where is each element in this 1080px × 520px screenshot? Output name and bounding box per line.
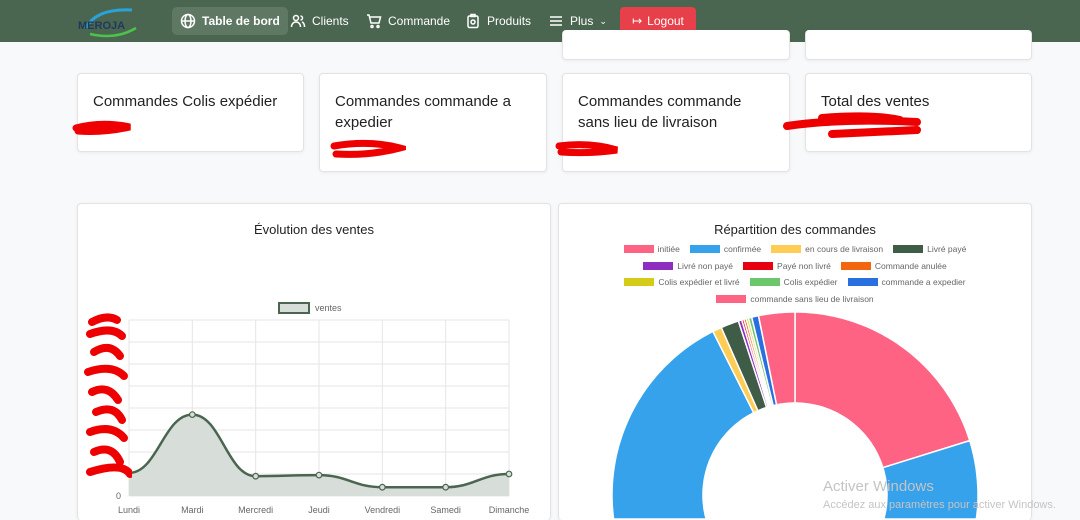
redaction-scribble <box>783 112 921 138</box>
legend-label: Livré non payé <box>677 261 734 271</box>
legend-item[interactable]: Livré non payé <box>643 261 733 271</box>
logout-icon: ↦ <box>632 13 643 28</box>
nav-label: Produits <box>487 14 532 28</box>
x-tick-label: Mardi <box>181 505 204 515</box>
data-point <box>378 483 386 491</box>
legend-item[interactable]: Commande anulée <box>840 261 947 271</box>
legend-swatch <box>278 302 310 314</box>
data-point <box>442 483 450 491</box>
card-title: Commandes commande a expedier <box>335 93 511 131</box>
data-point <box>505 470 513 478</box>
legend-label: Colis expédier <box>783 277 838 287</box>
stat-card-partial <box>562 30 790 60</box>
legend-label: Commande anulée <box>874 261 947 271</box>
legend-item[interactable]: initiée <box>623 244 680 254</box>
legend-label: Payé non livré <box>777 261 831 271</box>
nav-label: Clients <box>312 14 349 28</box>
legend-label: Livré payé <box>927 244 967 254</box>
windows-watermark-subtitle: Accédez aux paramètres pour activer Wind… <box>823 499 1056 511</box>
sales-line-chart: Lundi Mardi Mercredi Jeudi Vendredi Samedi Dim… <box>116 302 530 515</box>
legend-swatch <box>893 245 924 253</box>
logout-label: Logout <box>647 13 684 28</box>
redaction-scribble <box>555 141 618 157</box>
legend-item[interactable]: Livré payé <box>893 244 966 254</box>
legend-swatch <box>689 245 720 253</box>
slice-initi-e <box>794 311 971 469</box>
legend-swatch <box>847 278 878 286</box>
legend-item[interactable]: confirmée <box>689 244 762 254</box>
stat-card-total-ventes: Total des ventes <box>783 73 1032 152</box>
card-title: Commandes Colis expédier <box>93 93 278 110</box>
legend-swatch <box>771 245 802 253</box>
x-tick-label: Samedi <box>430 505 461 515</box>
chart-title: Évolution des ventes <box>254 222 374 237</box>
legend-label: en cours de livraison <box>805 244 884 254</box>
legend-swatch <box>623 245 654 253</box>
svg-text:MEROJA: MEROJA <box>78 20 125 32</box>
card-title: Commandes commande sans lieu de livraiso… <box>578 93 742 131</box>
redaction-scribble <box>72 120 131 135</box>
legend-label: confirmée <box>723 244 762 254</box>
box-icon <box>467 13 479 29</box>
legend-row: Livré non payé Payé non livré Commande anu… <box>558 261 1032 271</box>
stat-card-colis-expedier: Commandes Colis expédier <box>72 73 304 152</box>
x-tick-label: Mercredi <box>238 505 273 515</box>
x-tick-label: Dimanche <box>489 505 530 515</box>
redaction-scribble <box>84 313 132 478</box>
nav-table-de-bord[interactable]: Table de bord <box>172 7 288 35</box>
legend-swatch <box>840 262 871 270</box>
nav-label: Table de bord <box>202 14 280 28</box>
legend-item[interactable]: Colis expédier et livré <box>624 277 740 287</box>
chevron-down-icon: ⌄ <box>599 15 607 26</box>
legend-label: commande a expedier <box>881 277 966 287</box>
legend-item[interactable]: Payé non livré <box>743 261 831 271</box>
legend-label: Colis expédier et livré <box>658 277 740 287</box>
nav-produits[interactable]: Produits <box>457 7 539 35</box>
chart-title: Répartition des commandes <box>714 222 876 237</box>
windows-watermark-title: Activer Windows <box>823 478 934 495</box>
stat-card-commande-a-expedier: Commandes commande a expedier <box>319 73 547 172</box>
nav-clients[interactable]: Clients <box>282 7 357 35</box>
data-point <box>252 472 260 480</box>
x-tick-label: Vendredi <box>365 505 401 515</box>
brand-logo[interactable]: MEROJA <box>76 4 144 40</box>
globe-icon <box>180 13 196 29</box>
stat-card-sans-lieu-livraison: Commandes commande sans lieu de livraiso… <box>555 73 790 172</box>
legend-label: initiée <box>657 244 680 254</box>
x-tick-label: Jeudi <box>308 505 330 515</box>
legend-item[interactable]: commande a expedier <box>847 277 966 287</box>
stat-card-partial <box>805 30 1032 60</box>
menu-icon <box>550 16 562 26</box>
nav-commande[interactable]: Commande <box>358 7 458 35</box>
legend-item[interactable]: Colis expédier <box>749 277 838 287</box>
legend-row: initiée confirmée en cours de livraison Liv… <box>558 244 1032 254</box>
card-title: Total des ventes <box>821 93 930 110</box>
cart-icon <box>367 14 382 29</box>
legend-swatch <box>624 278 655 286</box>
redaction-scribble <box>330 139 406 158</box>
nav-label: Commande <box>388 14 451 28</box>
legend-swatch <box>643 262 674 270</box>
legend-label: ventes <box>315 303 342 313</box>
x-tick-label: Lundi <box>118 505 140 515</box>
legend-swatch <box>749 278 780 286</box>
y-tick-label: 0 <box>116 491 121 501</box>
legend-row: Colis expédier et livré Colis expédier com… <box>558 277 1032 287</box>
orders-doughnut-chart <box>611 311 979 520</box>
data-point <box>315 471 323 479</box>
legend-swatch <box>743 262 774 270</box>
data-point <box>188 411 196 418</box>
legend-item[interactable]: en cours de livraison <box>771 244 883 254</box>
nav-label: Plus <box>570 14 594 28</box>
users-icon <box>290 14 306 28</box>
